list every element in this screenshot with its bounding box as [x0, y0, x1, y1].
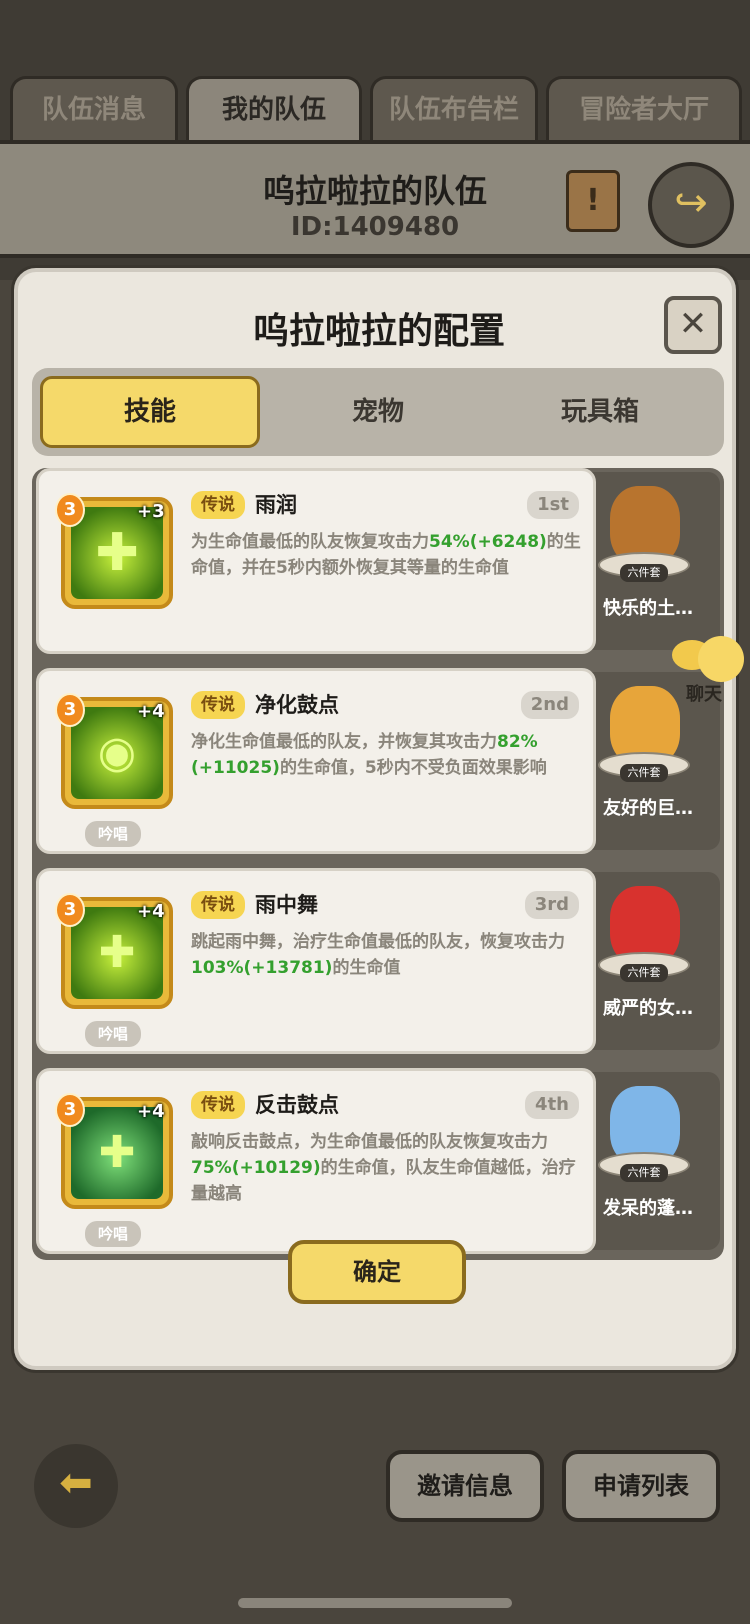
bulletin-scroll-icon[interactable]: [566, 170, 620, 232]
skill-description: 敲响反击鼓点，为生命值最低的队友恢复攻击力75%(+10129)的生命值，队友生…: [191, 1129, 583, 1207]
skill-name: 雨润: [255, 493, 297, 517]
close-button[interactable]: ✕: [664, 296, 722, 354]
chant-tag: 吟唱: [85, 1221, 141, 1247]
tab-team-messages[interactable]: 队伍消息: [10, 76, 178, 142]
pet-set-badge: 六件套: [620, 964, 668, 982]
team-name: 呜拉啦拉的队伍: [262, 172, 487, 210]
pet-name: 威严的女…: [603, 998, 693, 1019]
pet-name: 发呆的蓬…: [603, 1198, 693, 1219]
tab-team-bulletin[interactable]: 队伍布告栏: [370, 76, 538, 142]
apply-list-button[interactable]: 申请列表: [562, 1450, 720, 1522]
skill-name: 净化鼓点: [255, 693, 339, 717]
desc-value: 54%(+6248): [429, 532, 547, 552]
team-header: 呜拉啦拉的队伍 ID:1409480: [0, 140, 750, 258]
rank-tag: 4th: [525, 1091, 579, 1119]
chant-tag: 吟唱: [85, 1021, 141, 1047]
skill-list: 六件套 快乐的土… ✚ 3 +3 传说 雨润 1st 为生命值最低的队友恢复攻击…: [32, 468, 724, 1260]
pet-set-badge: 六件套: [620, 564, 668, 582]
rank-tag: 3rd: [524, 891, 579, 919]
rank-tag: 2nd: [520, 691, 579, 719]
pet-set-badge: 六件套: [620, 1164, 668, 1182]
skill-level-badge: 3: [55, 493, 85, 527]
skill-card[interactable]: ✚ 3 +4 吟唱 传说 雨中舞 3rd 跳起雨中舞，治疗生命值最低的队友，恢复…: [36, 868, 596, 1054]
tab-adventurer-hall[interactable]: 冒险者大厅: [546, 76, 742, 142]
config-dialog: 呜拉啦拉的配置 ✕ 技能 宠物 玩具箱 六件套 快乐的土… ✚ 3 +3 传说 …: [14, 268, 736, 1370]
desc-text: 净化生命值最低的队友，并恢复其攻击力: [191, 732, 497, 752]
rank-tag: 1st: [527, 491, 579, 519]
pet-slot[interactable]: 六件套 威严的女…: [576, 872, 720, 1050]
home-indicator[interactable]: [238, 1598, 512, 1608]
confirm-button[interactable]: 确定: [288, 1240, 466, 1304]
rarity-tag: 传说: [191, 691, 245, 719]
desc-text: 跳起雨中舞，治疗生命值最低的队友，恢复攻击力: [191, 932, 565, 952]
skill-level-badge: 3: [55, 893, 85, 927]
smiley-icon: [698, 636, 744, 682]
skill-name: 反击鼓点: [255, 1093, 339, 1117]
pet-slot[interactable]: 六件套 发呆的蓬…: [576, 1072, 720, 1250]
top-tab-bar: 队伍消息 我的队伍 队伍布告栏 冒险者大厅: [0, 76, 750, 142]
rarity-tag: 传说: [191, 891, 245, 919]
rarity-tag: 传说: [191, 1091, 245, 1119]
tab-my-team[interactable]: 我的队伍: [186, 76, 362, 142]
skill-name: 雨中舞: [255, 893, 318, 917]
skill-level-badge: 3: [55, 1093, 85, 1127]
skill-row: 六件套 威严的女… ✚ 3 +4 吟唱 传说 雨中舞 3rd 跳起雨中舞，治疗生…: [36, 868, 720, 1054]
subtab-skills[interactable]: 技能: [40, 376, 260, 448]
desc-value: 75%(+10129): [191, 1158, 321, 1178]
skill-description: 净化生命值最低的队友，并恢复其攻击力82%(+11025)的生命值，5秒内不受负…: [191, 729, 583, 781]
skill-card[interactable]: ✚ 3 +4 吟唱 传说 反击鼓点 4th 敲响反击鼓点，为生命值最低的队友恢复…: [36, 1068, 596, 1254]
leave-team-icon[interactable]: [648, 162, 734, 248]
skill-level-badge: 3: [55, 693, 85, 727]
desc-text: 的生命值: [332, 958, 401, 978]
chat-button[interactable]: 聊天: [672, 636, 744, 706]
pet-name: 友好的巨…: [603, 798, 693, 819]
desc-text: 敲响反击鼓点，为生命值最低的队友恢复攻击力: [191, 1132, 548, 1152]
skill-row: 六件套 快乐的土… ✚ 3 +3 传说 雨润 1st 为生命值最低的队友恢复攻击…: [36, 468, 720, 654]
skill-description: 跳起雨中舞，治疗生命值最低的队友，恢复攻击力 103%(+13781)的生命值: [191, 929, 583, 981]
team-id: ID:1409480: [290, 212, 460, 242]
skill-row: 六件套 发呆的蓬… ✚ 3 +4 吟唱 传说 反击鼓点 4th 敲响反击鼓点，为…: [36, 1068, 720, 1254]
skill-card[interactable]: ◉ 3 +4 吟唱 传说 净化鼓点 2nd 净化生命值最低的队友，并恢复其攻击力…: [36, 668, 596, 854]
pet-name: 快乐的土…: [603, 598, 693, 619]
desc-text: 为生命值最低的队友恢复攻击力: [191, 532, 429, 552]
back-button[interactable]: ⬅: [34, 1444, 118, 1528]
skill-plus-badge: +4: [137, 701, 165, 722]
pet-set-badge: 六件套: [620, 764, 668, 782]
pet-slot[interactable]: 六件套 快乐的土…: [576, 472, 720, 650]
chant-tag: 吟唱: [85, 821, 141, 847]
back-arrow-icon: ⬅: [59, 1460, 93, 1506]
desc-value: 103%(+13781): [191, 958, 333, 978]
skill-plus-badge: +3: [137, 501, 165, 522]
subtab-pets[interactable]: 宠物: [268, 376, 488, 448]
desc-text: 的生命值，5秒内不受负面效果影响: [279, 758, 547, 778]
skill-card[interactable]: ✚ 3 +3 传说 雨润 1st 为生命值最低的队友恢复攻击力54%(+6248…: [36, 468, 596, 654]
chat-label: 聊天: [686, 684, 722, 705]
skill-description: 为生命值最低的队友恢复攻击力54%(+6248)的生命值，并在5秒内额外恢复其等…: [191, 529, 583, 581]
rarity-tag: 传说: [191, 491, 245, 519]
subtab-bar: 技能 宠物 玩具箱: [32, 368, 724, 456]
subtab-toybox[interactable]: 玩具箱: [490, 376, 710, 448]
skill-plus-badge: +4: [137, 901, 165, 922]
invite-info-button[interactable]: 邀请信息: [386, 1450, 544, 1522]
skill-row: 六件套 友好的巨… ◉ 3 +4 吟唱 传说 净化鼓点 2nd 净化生命值最低的…: [36, 668, 720, 854]
dialog-title: 呜拉啦拉的配置: [252, 311, 505, 352]
skill-plus-badge: +4: [137, 1101, 165, 1122]
